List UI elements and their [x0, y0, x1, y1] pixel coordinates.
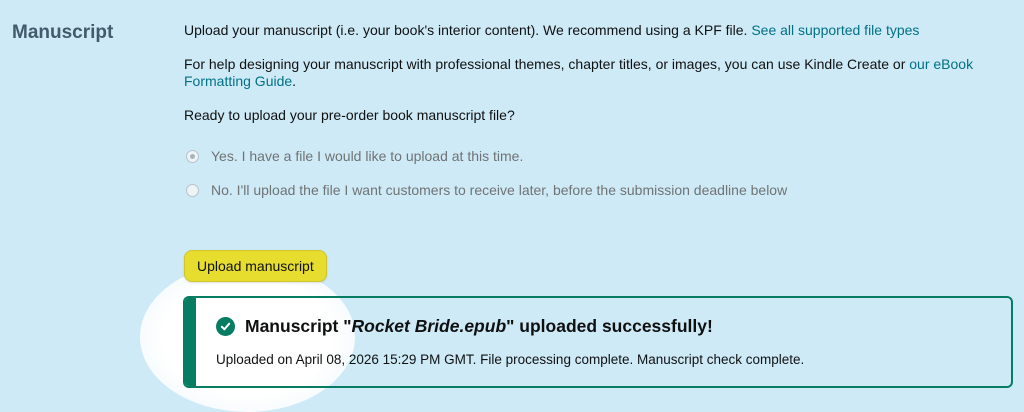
intro-text: Upload your manuscript (i.e. your book's…: [184, 22, 919, 39]
intro-copy: Upload your manuscript (i.e. your book's…: [184, 22, 752, 38]
help-suffix: .: [292, 73, 297, 89]
upload-question: Ready to upload your pre-order book manu…: [184, 107, 515, 123]
option-no[interactable]: No. I'll upload the file I want customer…: [186, 182, 787, 198]
supported-file-types-link[interactable]: See all supported file types: [751, 22, 919, 38]
upload-manuscript-button[interactable]: Upload manuscript: [184, 250, 327, 282]
check-circle-icon: [216, 317, 235, 336]
section-label: Manuscript: [12, 22, 114, 43]
help-copy: For help designing your manuscript with …: [184, 56, 910, 72]
radio-no[interactable]: [186, 183, 199, 197]
alert-title-prefix: Manuscript ": [245, 316, 352, 336]
alert-title: Manuscript " Rocket Bride.epub " uploaded …: [216, 316, 713, 337]
upload-success-alert: Manuscript " Rocket Bride.epub " uploaded …: [183, 296, 1013, 388]
radio-yes[interactable]: [186, 149, 199, 163]
uploaded-filename: Rocket Bride.epub: [351, 316, 507, 336]
option-yes-label: Yes. I have a file I would like to uploa…: [211, 148, 524, 164]
option-no-label: No. I'll upload the file I want customer…: [211, 182, 788, 198]
option-yes[interactable]: Yes. I have a file I would like to uploa…: [186, 148, 523, 164]
alert-accent-bar: [185, 298, 196, 386]
help-text: For help designing your manuscript with …: [184, 56, 1004, 90]
alert-detail: Uploaded on April 08, 2026 15:29 PM GMT.…: [216, 352, 805, 367]
alert-title-suffix: " uploaded successfully!: [506, 316, 713, 336]
